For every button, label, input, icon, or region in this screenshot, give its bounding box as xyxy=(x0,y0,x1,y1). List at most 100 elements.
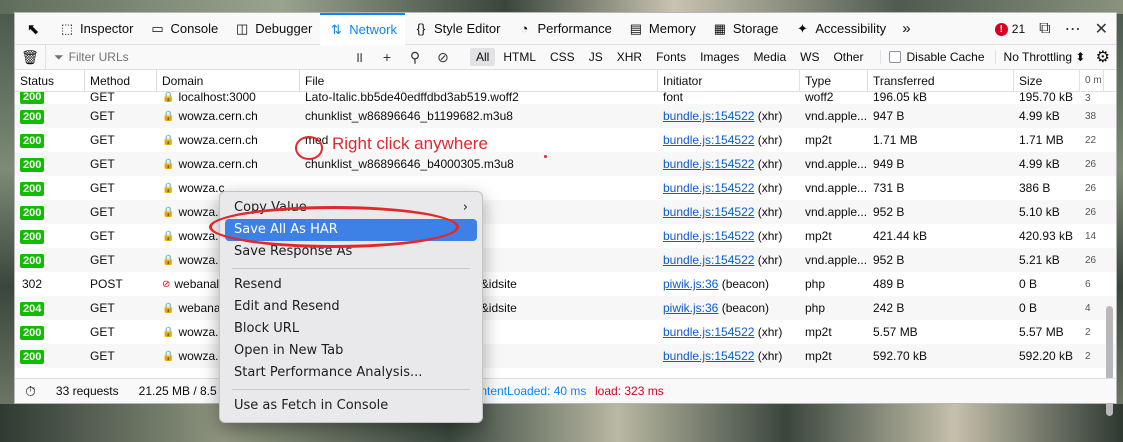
menu-edit-and-resend[interactable]: Edit and Resend xyxy=(220,296,482,318)
filter-type-all[interactable]: All xyxy=(470,48,496,66)
initiator-link[interactable]: piwik.js:36 xyxy=(663,277,718,291)
column-header-method[interactable]: Method xyxy=(85,69,157,92)
initiator-link[interactable]: bundle.js:154522 xyxy=(663,205,754,219)
menu-open-in-new-tab[interactable]: Open in New Tab xyxy=(220,340,482,362)
more-tabs-chevron-icon[interactable]: » xyxy=(894,13,918,45)
table-row[interactable]: 200GET🔒wowza.c831_1.tsbundle.js:154522 (… xyxy=(15,344,1116,368)
table-row[interactable]: 200GET🔒wowza.c5565.m3u8bundle.js:154522 … xyxy=(15,200,1116,224)
clear-trash-icon[interactable]: 🗑 xyxy=(15,49,45,66)
initiator-cause: (beacon) xyxy=(718,301,770,315)
element-picker-icon[interactable]: ⬉ xyxy=(15,13,51,45)
table-row[interactable]: 200GET🔒wowza.c05_1.tsbundle.js:154522 (x… xyxy=(15,320,1116,344)
filter-type-media[interactable]: Media xyxy=(747,48,792,66)
initiator-link[interactable]: bundle.js:154522 xyxy=(663,157,754,171)
filter-type-xhr[interactable]: XHR xyxy=(611,48,648,66)
menu-start-performance-analysis[interactable]: Start Performance Analysis... xyxy=(220,362,482,384)
performance-stopwatch-icon[interactable]: ⏱ xyxy=(15,383,46,400)
type-cell: vnd.apple... xyxy=(805,109,868,123)
submenu-chevron-right-icon: › xyxy=(462,200,468,215)
tab-accessibility[interactable]: ✦ Accessibility xyxy=(786,13,894,45)
filter-type-images[interactable]: Images xyxy=(694,48,745,66)
tab-network[interactable]: ⇅ Network xyxy=(320,12,405,45)
tab-style-editor[interactable]: {} Style Editor xyxy=(405,13,508,45)
tab-label: Console xyxy=(170,21,219,36)
tab-inspector[interactable]: ⬚ Inspector xyxy=(51,13,141,45)
filter-type-other[interactable]: Other xyxy=(827,48,869,66)
filter-type-ws[interactable]: WS xyxy=(794,48,825,66)
initiator-link[interactable]: bundle.js:154522 xyxy=(663,109,754,123)
initiator-link[interactable]: bundle.js:154522 xyxy=(663,253,754,267)
waterfall-cell: 6 xyxy=(1085,278,1091,290)
gear-icon[interactable]: ⚙ xyxy=(1096,47,1110,67)
status-cell: 204 xyxy=(15,301,85,316)
menu-resend[interactable]: Resend xyxy=(220,274,482,296)
initiator-cell: bundle.js:154522 (xhr) xyxy=(658,133,800,147)
close-icon[interactable]: ✕ xyxy=(1095,19,1108,39)
disable-cache-checkbox[interactable]: Disable Cache xyxy=(880,50,985,64)
filter-type-js[interactable]: JS xyxy=(583,48,609,66)
search-icon[interactable]: ⚲ xyxy=(401,49,429,66)
column-header-0-m[interactable]: 0 m xyxy=(1080,69,1104,92)
filter-type-html[interactable]: HTML xyxy=(497,48,542,66)
table-row[interactable]: 200 GET 🔒 wowza.cern.ch chunklist_w86896646_… xyxy=(15,152,1116,176)
filter-type-fonts[interactable]: Fonts xyxy=(650,48,692,66)
initiator-link[interactable]: bundle.js:154522 xyxy=(663,229,754,243)
tab-label: Inspector xyxy=(80,21,134,36)
add-request-icon[interactable]: + xyxy=(373,49,401,65)
table-row[interactable]: 200 GET 🔒 wowza.cern.ch med bundle.js:154522 … xyxy=(15,128,1116,152)
table-row[interactable]: 200 GET 🔒 wowza.c bundle.js:154522 (xhr) vnd.… xyxy=(15,176,1116,200)
lock-icon: 🔒 xyxy=(162,92,175,103)
type-cell: vnd.apple... xyxy=(805,181,868,195)
initiator-link[interactable]: bundle.js:154522 xyxy=(663,133,754,147)
tab-memory[interactable]: ▤ Memory xyxy=(620,13,704,45)
desktop-wallpaper-left xyxy=(0,14,14,404)
table-row[interactable]: 200 GET 🔒 wowza.cern.ch chunklist_w86896646_… xyxy=(15,104,1116,128)
dock-options-icon[interactable]: ⧉ xyxy=(1039,20,1050,38)
menu-use-as-fetch-in-console[interactable]: Use as Fetch in Console xyxy=(220,395,482,417)
size-cell: 0 B xyxy=(1019,301,1038,315)
table-row[interactable]: 200GET🔒wowza.c65_0.tsbundle.js:154522 (x… xyxy=(15,224,1116,248)
throttling-select[interactable]: No Throttling ⬍ xyxy=(994,50,1092,64)
table-row[interactable]: 302POST⊘webanaler&e_a=paella:play&e_n=/&… xyxy=(15,272,1116,296)
annotation-circle xyxy=(295,136,323,160)
filter-type-css[interactable]: CSS xyxy=(544,48,581,66)
overflow-menu-icon[interactable]: ⋯ xyxy=(1065,19,1081,39)
network-icon: ⇅ xyxy=(330,21,342,37)
initiator-link[interactable]: piwik.js:36 xyxy=(663,301,718,315)
block-icon[interactable]: ⊘ xyxy=(429,49,457,66)
tab-storage[interactable]: ▦ Storage xyxy=(704,13,787,45)
column-header-transferred[interactable]: Transferred xyxy=(868,69,1014,92)
tab-console[interactable]: ▭ Console xyxy=(141,13,226,45)
transferred-cell: 242 B xyxy=(873,301,905,315)
tab-debugger[interactable]: ◫ Debugger xyxy=(226,13,320,45)
column-header-domain[interactable]: Domain xyxy=(157,69,300,92)
performance-icon: ◔ xyxy=(520,21,529,36)
transferred-cell: 1.71 MB xyxy=(873,133,918,147)
initiator-link[interactable]: bundle.js:154522 xyxy=(663,349,754,363)
menu-block-url[interactable]: Block URL xyxy=(220,318,482,340)
annotation-text: Right click anywhere xyxy=(332,134,488,153)
size-cell: 420.93 kB xyxy=(1019,229,1074,243)
initiator-link[interactable]: bundle.js:154522 xyxy=(663,325,754,339)
pause-icon[interactable]: ॥ xyxy=(345,48,373,67)
table-row[interactable]: 200 GET 🔒 localhost:3000 Lato-Italic.bb5de40… xyxy=(15,92,1116,104)
column-header-status[interactable]: Status xyxy=(15,69,85,92)
table-row[interactable]: 200GET🔒wowza.c52831.m3u8bundle.js:154522… xyxy=(15,248,1116,272)
column-header-size[interactable]: Size xyxy=(1014,69,1080,92)
column-header-type[interactable]: Type xyxy=(800,69,868,92)
initiator-cause: (xhr) xyxy=(754,205,783,219)
status-cell: 200 xyxy=(15,349,85,364)
initiator-cell: piwik.js:36 (beacon) xyxy=(658,301,800,315)
transferred-cell: 731 B xyxy=(873,181,905,195)
filter-urls-input[interactable]: ⏷ Filter URLs xyxy=(45,44,345,70)
tab-performance[interactable]: ◔ Performance xyxy=(508,13,619,45)
transferred-cell: 952 B xyxy=(873,253,905,267)
storage-icon: ▦ xyxy=(713,20,726,36)
domain-text: wowza.c xyxy=(178,181,225,195)
memory-icon: ▤ xyxy=(629,20,643,36)
column-header-initiator[interactable]: Initiator xyxy=(658,69,800,92)
column-header-file[interactable]: File xyxy=(300,69,658,92)
table-row[interactable]: 204GET🔒webanaler&e_a=paella:play&e_n=/&c… xyxy=(15,296,1116,320)
error-count-badge[interactable]: ! 21 xyxy=(994,22,1025,36)
initiator-link[interactable]: bundle.js:154522 xyxy=(663,181,754,195)
